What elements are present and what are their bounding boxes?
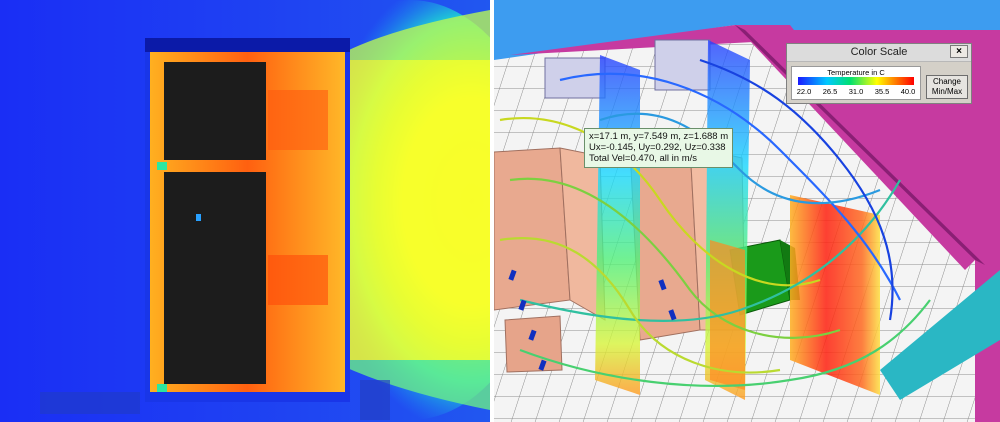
close-button[interactable]: × — [950, 45, 968, 58]
tick-label: 22.0 — [796, 87, 812, 96]
color-scale-title: Color Scale — [850, 46, 908, 58]
probe-velocity-components: Ux=-0.145, Uy=0.292, Uz=0.338 — [589, 142, 726, 153]
probe-total-velocity: Total Vel=0.470, all in m/s — [589, 153, 697, 164]
tick-label: 35.5 — [874, 87, 890, 96]
overhead-unit — [654, 39, 711, 91]
button-label-line1: Change — [932, 77, 962, 86]
tick-label: 26.5 — [822, 87, 838, 96]
server-block-bottom — [164, 172, 266, 384]
color-scale-titlebar[interactable]: Color Scale × — [787, 44, 971, 62]
button-label-line2: Min/Max — [931, 87, 963, 96]
color-scale-legend: Temperature in C 22.0 26.5 31.0 35.5 40.… — [791, 66, 921, 100]
color-gradient-bar — [798, 77, 914, 85]
tick-label: 31.0 — [848, 87, 864, 96]
color-scale-caption: Temperature in C — [827, 68, 885, 77]
velocity-probe-tooltip: x=17.1 m, y=7.549 m, z=1.688 m Ux=-0.145… — [584, 128, 734, 168]
temperature-plane-hot — [790, 195, 880, 395]
tick-label: 40.0 — [900, 87, 916, 96]
change-min-max-button[interactable]: Change Min/Max — [926, 75, 968, 99]
probe-position: x=17.1 m, y=7.549 m, z=1.688 m — [589, 131, 729, 142]
server-block-top — [164, 62, 266, 160]
thermal-image — [0, 0, 490, 422]
color-scale-window[interactable]: Color Scale × Temperature in C 22.0 26.5… — [786, 43, 972, 104]
plume-core — [330, 60, 490, 360]
thermal-image-panel — [0, 0, 490, 422]
